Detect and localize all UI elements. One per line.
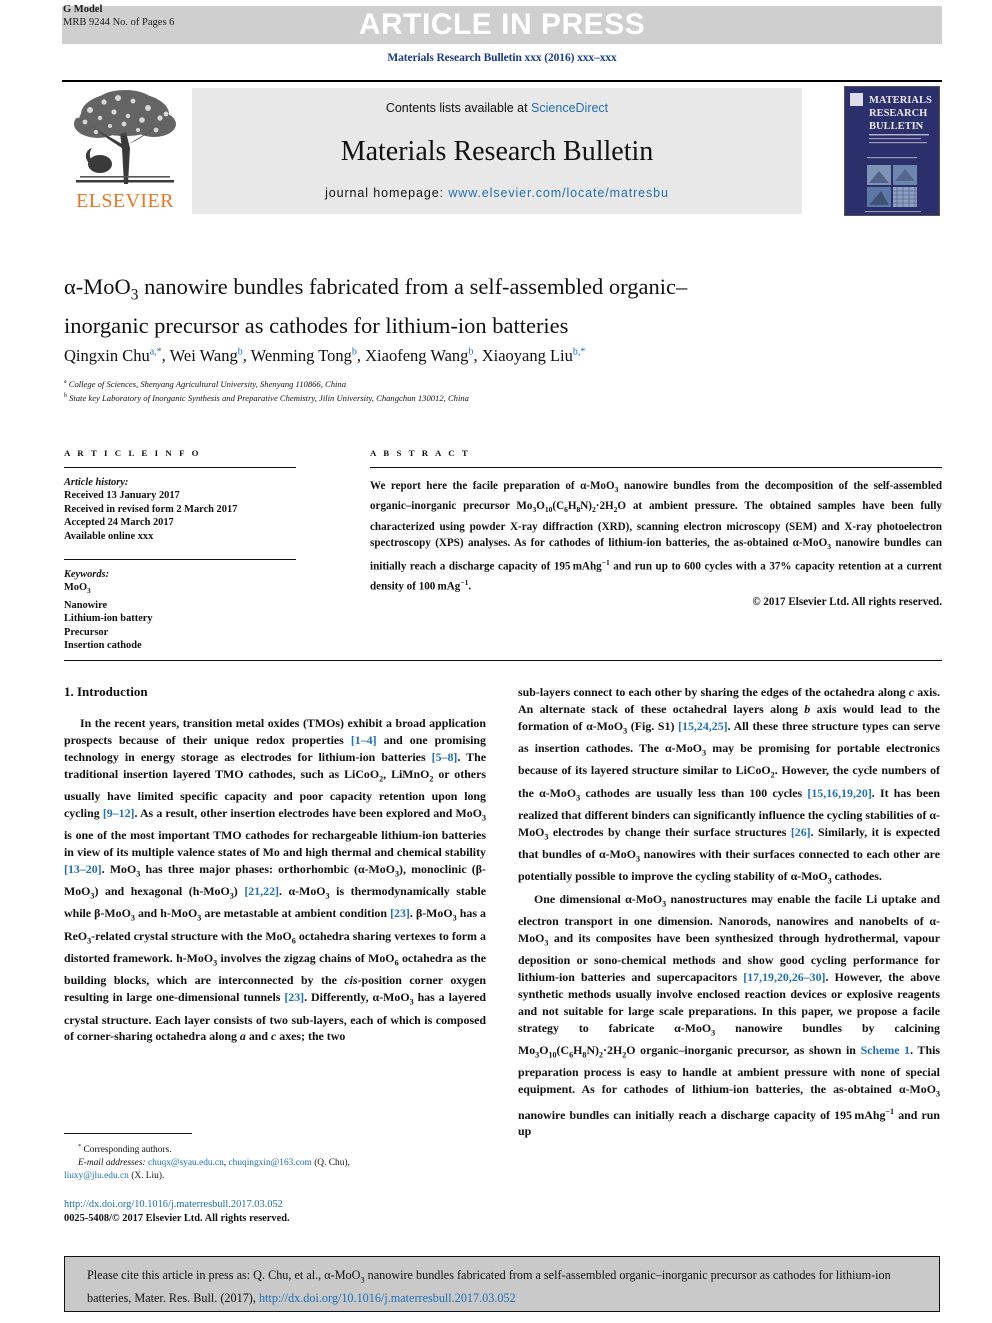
contents-panel: Contents lists available at ScienceDirec… <box>192 88 802 214</box>
corresponding-label: Corresponding authors. <box>83 1145 172 1156</box>
svg-text:RESEARCH: RESEARCH <box>869 108 927 119</box>
email-addresses-note: E-mail addresses: chuqx@syau.edu.cn, chu… <box>78 1158 350 1169</box>
g-model-id: MRB 9244 No. of Pages 6 <box>63 16 175 28</box>
email-link-1[interactable]: chuqx@syau.edu.cn <box>148 1158 224 1168</box>
author-item: Wenming Tongb <box>250 346 357 365</box>
journal-citation-line: Materials Research Bulletin xxx (2016) x… <box>387 52 617 64</box>
history-item: Accepted 24 March 2017 <box>64 517 174 529</box>
history-item: Received 13 January 2017 <box>64 490 180 502</box>
author-item: Qingxin Chua,* <box>64 346 162 365</box>
journal-masthead: ELSEVIER Contents lists available at Sci… <box>62 80 942 216</box>
keywords-label: Keywords: <box>64 569 110 581</box>
journal-cover-art: MATERIALS RESEARCH BULLETIN <box>845 87 939 215</box>
affiliation-item: b State key Laboratory of Inorganic Synt… <box>64 392 469 403</box>
cite-this-article-box: Please cite this article in press as: Q.… <box>64 1256 940 1312</box>
abstract-divider <box>370 467 942 468</box>
author-item: Xiaoyang Liub,* <box>481 346 586 365</box>
keywords-block: Keywords: MoO3 Nanowire Lithium-ion batt… <box>64 568 296 653</box>
email-link-2[interactable]: chuqingxin@163.com <box>228 1158 311 1168</box>
paper-title: α-MoO3 nanowire bundles fabricated from … <box>64 272 894 341</box>
g-model-block: G Model MRB 9244 No. of Pages 6 <box>63 4 174 29</box>
journal-cover-thumbnail: MATERIALS RESEARCH BULLETIN <box>844 86 940 216</box>
author-item: Xiaofeng Wangb <box>365 346 474 365</box>
section-heading-introduction: 1. Introduction <box>64 684 148 699</box>
history-item: Received in revised form 2 March 2017 <box>64 503 238 515</box>
body-column-right: sub-layers connect to each other by shar… <box>518 684 940 1140</box>
email-link-3[interactable]: liuxy@jlu.edu.cn <box>64 1171 129 1181</box>
journal-homepage-line: journal homepage: www.elsevier.com/locat… <box>192 186 802 200</box>
footnote-block: * Corresponding authors. E-mail addresse… <box>64 1140 494 1183</box>
history-item: Available online xxx <box>64 530 154 542</box>
article-in-press-label: ARTICLE IN PRESS <box>358 8 646 41</box>
body-paragraph: One dimensional α-MoO3 nanostructures ma… <box>518 891 940 1139</box>
email-label: E-mail addresses: <box>78 1158 146 1169</box>
article-in-press-banner: ARTICLE IN PRESS <box>62 6 942 44</box>
corresponding-marker: * <box>78 1143 82 1150</box>
author-item: Wei Wangb <box>169 346 243 365</box>
corresponding-author-note: * Corresponding authors. <box>64 1140 494 1157</box>
affiliation-list: a College of Sciences, Shenyang Agricult… <box>64 376 924 404</box>
paper-page: ARTICLE IN PRESS G Model MRB 9244 No. of… <box>62 0 942 1323</box>
article-history-block: Article history: Received 13 January 201… <box>64 476 296 543</box>
affiliation-text: State key Laboratory of Inorganic Synthe… <box>69 392 469 403</box>
abstract-heading: A B S T R A C T <box>370 448 471 458</box>
contents-lists-line: Contents lists available at ScienceDirec… <box>192 101 802 115</box>
article-doi-link[interactable]: http://dx.doi.org/10.1016/j.materresbull… <box>64 1199 283 1210</box>
affiliation-item: a College of Sciences, Shenyang Agricult… <box>64 378 347 389</box>
journal-homepage-link[interactable]: www.elsevier.com/locate/matresbu <box>448 186 669 200</box>
elsevier-tree-icon <box>74 90 176 184</box>
svg-text:MATERIALS: MATERIALS <box>869 95 932 106</box>
cite-doi-link[interactable]: http://dx.doi.org/10.1016/j.materresbull… <box>259 1291 516 1305</box>
body-paragraph: In the recent years, transition metal ox… <box>64 715 487 1044</box>
article-info-heading: A R T I C L E I N F O <box>64 448 202 458</box>
paper-title-line-2: inorganic precursor as cathodes for lith… <box>64 312 569 338</box>
sciencedirect-link[interactable]: ScienceDirect <box>531 101 608 115</box>
paper-title-line-1: α-MoO3 nanowire bundles fabricated from … <box>64 274 688 304</box>
journal-title: Materials Research Bulletin <box>340 136 654 167</box>
body-top-divider <box>64 660 942 661</box>
issn-copyright-line: 0025-5408/© 2017 Elsevier Ltd. All right… <box>64 1213 290 1224</box>
keyword-item: Nanowire <box>64 599 108 611</box>
abstract-text: We report here the facile preparation of… <box>370 480 942 594</box>
keywords-divider <box>64 559 296 561</box>
elsevier-wordmark: ELSEVIER <box>76 190 174 212</box>
author-list: Qingxin Chua,*, Wei Wangb, Wenming Tongb… <box>64 346 586 365</box>
email-owner-2: (X. Liu). <box>131 1171 165 1182</box>
homepage-prefix: journal homepage: <box>325 186 449 200</box>
email-addresses-note-2: liuxy@jlu.edu.cn (X. Liu). <box>64 1171 164 1181</box>
article-info-divider <box>64 467 296 468</box>
body-column-left: 1. Introduction In the recent years, tra… <box>64 684 486 1045</box>
keyword-item: Precursor <box>64 626 109 638</box>
article-info-column: A R T I C L E I N F O Article history: R… <box>64 448 296 653</box>
email-owner-1: (Q. Chu), <box>314 1158 350 1169</box>
body-paragraph: sub-layers connect to each other by shar… <box>518 685 941 886</box>
article-history-label: Article history: <box>64 477 129 488</box>
affiliation-text: College of Sciences, Shenyang Agricultur… <box>68 378 347 389</box>
svg-text:BULLETIN: BULLETIN <box>869 121 924 132</box>
keyword-item: Insertion cathode <box>64 640 142 652</box>
doi-block: http://dx.doi.org/10.1016/j.materresbull… <box>64 1198 494 1226</box>
keyword-item: MoO3 <box>64 582 91 596</box>
abstract-copyright: © 2017 Elsevier Ltd. All rights reserved… <box>752 596 942 609</box>
cite-this-article-text: Please cite this article in press as: Q.… <box>87 1268 891 1306</box>
elsevier-logo: ELSEVIER <box>66 88 184 214</box>
footnote-divider <box>64 1133 192 1134</box>
contents-prefix: Contents lists available at <box>385 101 532 115</box>
keyword-item: Lithium-ion battery <box>64 613 153 625</box>
g-model-label: G Model <box>63 4 103 15</box>
abstract-column: A B S T R A C T We report here the facil… <box>370 448 942 608</box>
